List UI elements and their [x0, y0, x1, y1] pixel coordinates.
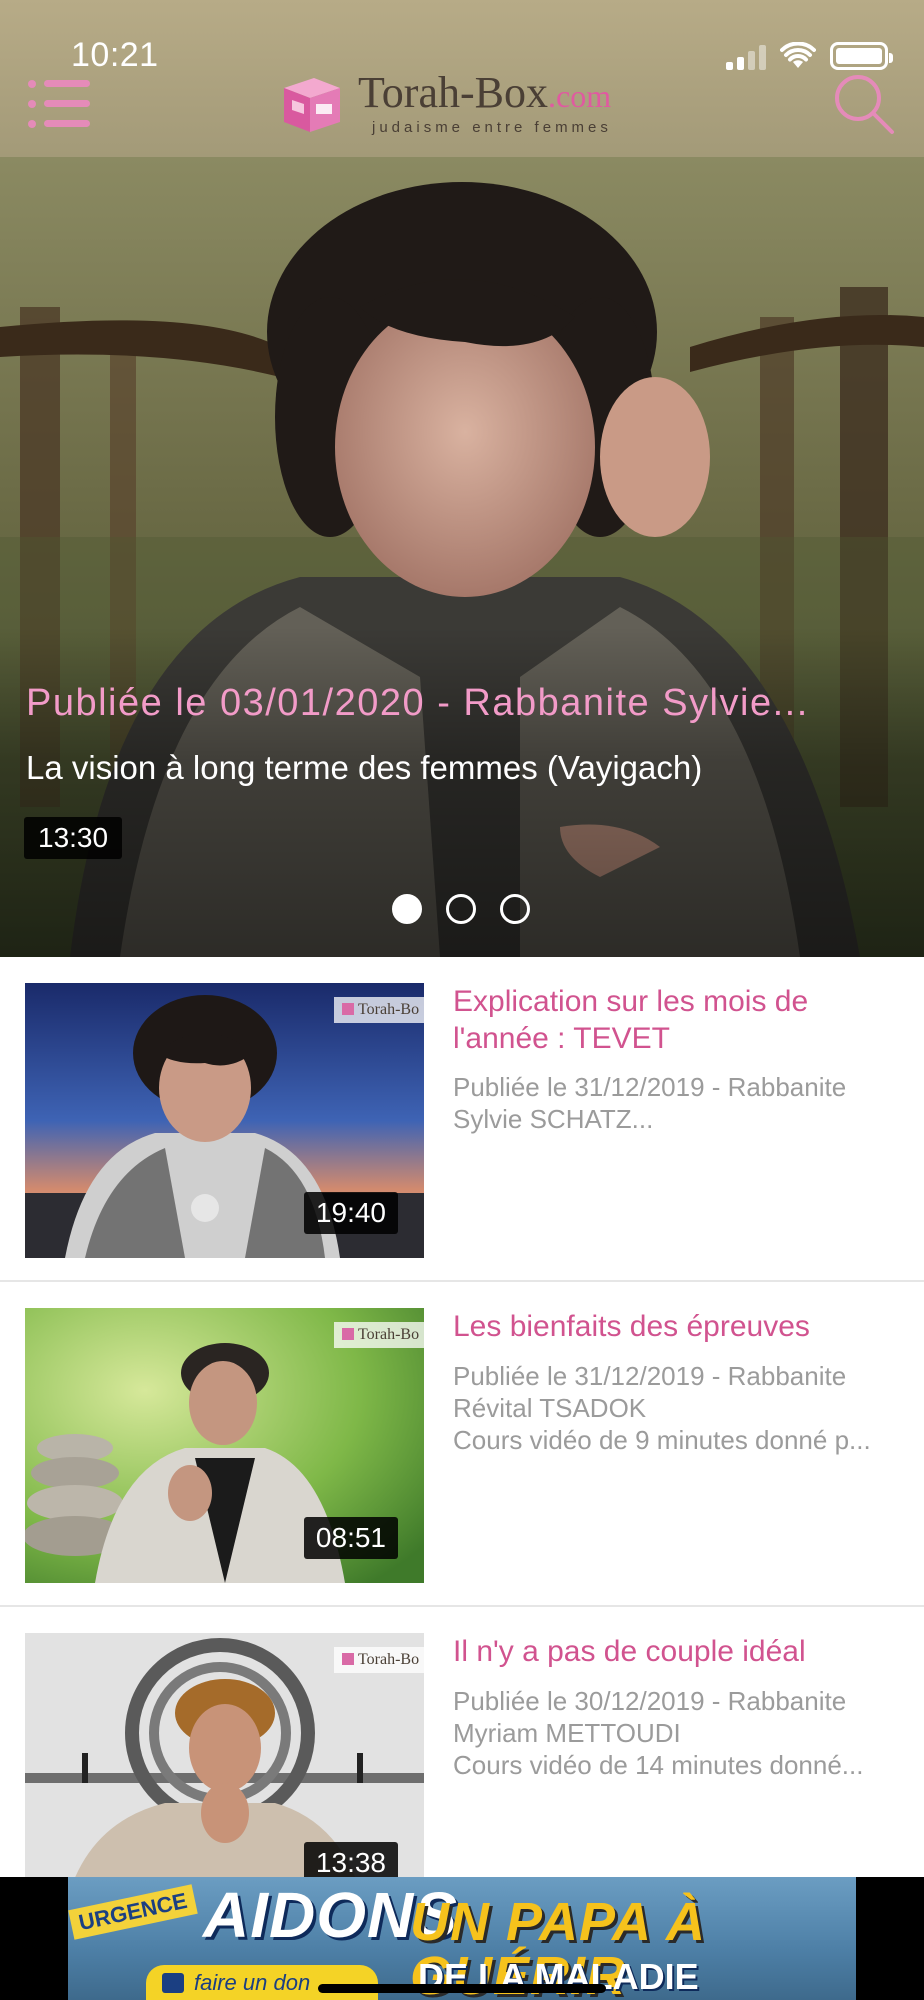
- featured-video-duration: 13:30: [24, 817, 123, 859]
- thumbnail-watermark: Torah-Bo: [334, 1647, 424, 1673]
- carousel-dot-2[interactable]: [446, 894, 476, 924]
- torah-box-logo[interactable]: Torah-Box.com judaisme entre femmes: [278, 68, 612, 138]
- status-indicators: [726, 40, 893, 70]
- cellular-signal-icon: [726, 44, 766, 70]
- logo-name: Torah-Box.com: [358, 67, 612, 117]
- battery-icon: [830, 42, 893, 70]
- video-meta-line: Sylvie SCHATZ...: [453, 1104, 654, 1134]
- logo-domain-text: .com: [548, 77, 612, 114]
- thumbnail-watermark: Torah-Bo: [334, 1322, 424, 1348]
- video-title[interactable]: Il n'y a pas de couple idéal: [453, 1633, 893, 1670]
- carousel-dot-3[interactable]: [500, 894, 530, 924]
- ad-banner[interactable]: URGENCE AIDONS UN PAPA À GUÉRIR DE LA MA…: [0, 1877, 924, 2000]
- video-meta: Publiée le 30/12/2019 - Rabbanite Myriam…: [453, 1685, 903, 1781]
- ad-urgence-label: URGENCE: [68, 1884, 198, 1940]
- status-time: 10:21: [71, 36, 159, 74]
- video-meta-line: Publiée le 30/12/2019 - Rabbanite: [453, 1686, 847, 1716]
- video-meta: Publiée le 31/12/2019 - Rabbanite Révita…: [453, 1360, 903, 1456]
- featured-video[interactable]: Publiée le 03/01/2020 - Rabbanite Sylvie…: [0, 157, 924, 957]
- video-title[interactable]: Explication sur les mois de l'année : TE…: [453, 983, 893, 1057]
- video-meta: Publiée le 31/12/2019 - Rabbanite Sylvie…: [453, 1071, 903, 1135]
- logo-brand-text: Torah-Box: [358, 67, 548, 117]
- video-duration: 08:51: [303, 1517, 398, 1559]
- video-meta-line: Cours vidéo de 14 minutes donné...: [453, 1750, 864, 1780]
- video-meta-line: Cours vidéo de 9 minutes donné p...: [453, 1425, 871, 1455]
- carousel-dot-1[interactable]: [392, 894, 422, 924]
- ad-donate-button[interactable]: faire un don: [146, 1965, 378, 2000]
- logo-tagline: judaisme entre femmes: [372, 118, 612, 136]
- video-list-item[interactable]: Torah-Bo 19:40 Explication sur les mois …: [0, 957, 924, 1282]
- video-title-line: Les bienfaits des épreuves: [453, 1310, 810, 1343]
- video-thumbnail[interactable]: Torah-Bo 19:40: [25, 983, 424, 1258]
- torah-box-logo-icon: [284, 78, 340, 132]
- video-meta-line: Publiée le 31/12/2019 - Rabbanite: [453, 1361, 847, 1391]
- video-thumbnail[interactable]: Torah-Bo 13:38: [25, 1633, 424, 1908]
- video-title-line: l'année : TEVET: [453, 1022, 670, 1055]
- search-icon[interactable]: [832, 72, 896, 136]
- featured-video-title[interactable]: La vision à long terme des femmes (Vayig…: [26, 749, 702, 787]
- featured-video-meta: Publiée le 03/01/2020 - Rabbanite Sylvie…: [26, 682, 809, 724]
- video-title[interactable]: Les bienfaits des épreuves: [453, 1308, 893, 1345]
- video-duration: 19:40: [303, 1192, 398, 1234]
- home-indicator[interactable]: [318, 1984, 606, 1993]
- carousel-pager[interactable]: [392, 894, 530, 924]
- video-title-line: Explication sur les mois de: [453, 985, 809, 1018]
- video-list-item[interactable]: Torah-Bo 08:51 Les bienfaits des épreuve…: [0, 1282, 924, 1607]
- video-meta-line: Publiée le 31/12/2019 - Rabbanite: [453, 1072, 847, 1102]
- video-thumbnail[interactable]: Torah-Bo 08:51: [25, 1308, 424, 1583]
- video-title-line: Il n'y a pas de couple idéal: [453, 1635, 806, 1668]
- app-header: 10:21 Torah-Box.com judaisme entre femme…: [0, 0, 924, 157]
- menu-button[interactable]: [28, 80, 90, 130]
- video-meta-line: Myriam METTOUDI: [453, 1718, 681, 1748]
- video-list: Torah-Bo 19:40 Explication sur les mois …: [0, 957, 924, 1932]
- wifi-icon: [780, 42, 816, 68]
- ad-banner-content[interactable]: URGENCE AIDONS UN PAPA À GUÉRIR DE LA MA…: [68, 1877, 856, 2000]
- thumbnail-watermark: Torah-Bo: [334, 997, 424, 1023]
- video-meta-line: Révital TSADOK: [453, 1393, 647, 1423]
